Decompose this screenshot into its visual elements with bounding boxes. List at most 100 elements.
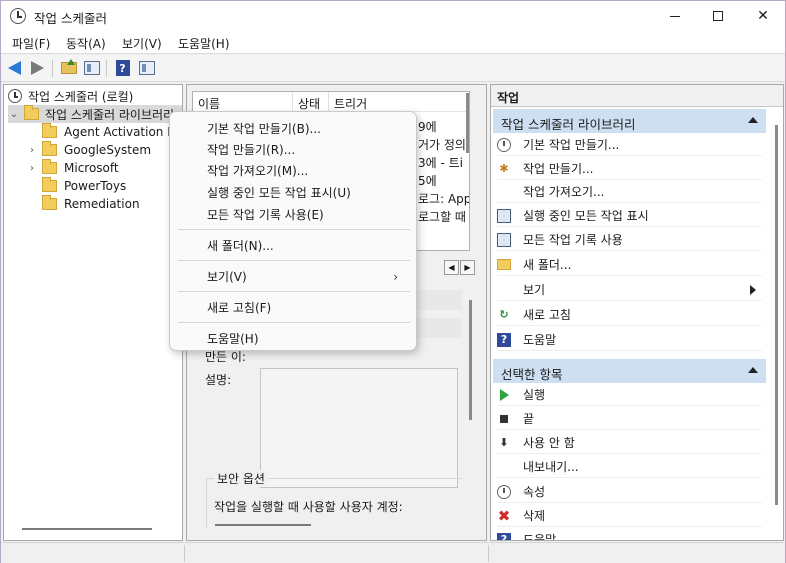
column-header-trigger[interactable]: 트리거 xyxy=(329,92,469,112)
tree-root[interactable]: 작업 스케줄러 (로컬) xyxy=(8,87,133,105)
action-pane-scrollbar[interactable] xyxy=(775,125,778,505)
trigger-cell: 9에 xyxy=(418,120,437,134)
show-hide-tree-button[interactable] xyxy=(82,59,101,77)
description-field[interactable] xyxy=(260,368,458,488)
folder-icon xyxy=(42,177,57,192)
console-tree[interactable]: 작업 스케줄러 (로컬) ⌄ 작업 스케줄러 라이브러리 Agent Activ… xyxy=(3,84,183,541)
section-header-label: 작업 스케줄러 라이브러리 xyxy=(501,117,636,132)
help-icon: ? xyxy=(115,60,130,76)
back-arrow-icon xyxy=(8,61,21,75)
tree-root-label: 작업 스케줄러 (로컬) xyxy=(28,89,134,104)
action-delete[interactable]: ✖ 삭제 xyxy=(497,505,762,527)
action-refresh[interactable]: ↻ 새로 고침 xyxy=(497,304,762,326)
menu-help[interactable]: 도움말(H) xyxy=(178,35,230,52)
action-run[interactable]: 실행 xyxy=(497,384,762,406)
ctx-new-folder[interactable]: 새 폴더(N)... xyxy=(174,233,412,255)
tree-item-microsoft[interactable]: › Microsoft xyxy=(26,159,119,177)
action-properties[interactable]: 속성 xyxy=(497,481,762,503)
create-task-icon: ✱ xyxy=(499,162,509,175)
collapse-section-icon[interactable] xyxy=(748,117,758,123)
collapse-icon[interactable]: ⌄ xyxy=(8,109,20,120)
trigger-cell: 거가 정의 xyxy=(418,138,466,152)
context-menu-separator xyxy=(178,291,410,292)
detail-scrollbar[interactable] xyxy=(469,300,472,420)
tree-item-powertoys[interactable]: PowerToys xyxy=(26,177,126,195)
clock-icon xyxy=(8,89,22,103)
action-enable-history[interactable]: 모든 작업 기록 사용 xyxy=(497,229,762,251)
forward-button[interactable] xyxy=(28,59,47,77)
collapse-section-icon[interactable] xyxy=(748,367,758,373)
action-pane-icon xyxy=(138,61,155,75)
toolbar-separator xyxy=(52,60,53,77)
action-create-basic-task[interactable]: 기본 작업 만들기... xyxy=(497,134,762,156)
window-title: 작업 스케줄러 xyxy=(34,11,107,26)
submenu-arrow-icon: › xyxy=(393,270,398,284)
tree-item-googlesystem[interactable]: › GoogleSystem xyxy=(26,141,151,159)
ctx-help[interactable]: 도움말(H) xyxy=(174,326,412,348)
library-folder-icon xyxy=(24,105,39,120)
toolbar: ? xyxy=(1,55,785,82)
tree-item-label: Remediation xyxy=(64,197,140,211)
ctx-refresh[interactable]: 새로 고침(F) xyxy=(174,295,412,317)
tree-item-remediation[interactable]: Remediation xyxy=(26,195,140,213)
context-menu-separator xyxy=(178,322,410,323)
clock-icon xyxy=(10,8,26,24)
action-help[interactable]: ? 도움말 xyxy=(497,329,762,351)
ctx-import-task[interactable]: 작업 가져오기(M)... xyxy=(174,158,412,180)
section-header-library[interactable]: 작업 스케줄러 라이브러리 xyxy=(493,109,766,133)
refresh-icon: ↻ xyxy=(499,308,509,321)
column-header-status[interactable]: 상태 xyxy=(293,92,329,112)
action-disable[interactable]: ⬇ 사용 안 함 xyxy=(497,432,762,454)
folder-up-icon xyxy=(60,59,77,74)
maximize-button[interactable] xyxy=(696,1,740,31)
action-new-folder[interactable]: 새 폴더... xyxy=(497,254,762,276)
trigger-cell: 5에 xyxy=(418,174,437,188)
action-import-task[interactable]: 작업 가져오기... xyxy=(497,181,762,203)
folder-icon xyxy=(42,195,57,210)
minimize-button[interactable] xyxy=(653,1,697,31)
section-header-selected[interactable]: 선택한 항목 xyxy=(493,359,766,383)
title-bar: 작업 스케줄러 ✕ xyxy=(1,1,785,31)
center-horizontal-scrollbar[interactable] xyxy=(215,524,311,526)
show-action-pane-button[interactable] xyxy=(137,59,156,77)
action-end[interactable]: 끝 xyxy=(497,408,762,430)
action-export[interactable]: 내보내기... xyxy=(497,456,762,478)
column-header-name[interactable]: 이름 xyxy=(193,92,293,112)
ctx-show-running-tasks[interactable]: 실행 중인 모든 작업 표시(U) xyxy=(174,180,412,202)
help-button[interactable]: ? xyxy=(113,59,132,77)
security-options-legend: 보안 옵션 xyxy=(214,470,268,487)
up-folder-button[interactable] xyxy=(59,59,78,77)
action-help-selected[interactable]: ? 도움말 xyxy=(497,529,762,540)
menu-file[interactable]: 파일(F) xyxy=(12,35,50,52)
folder-icon xyxy=(42,159,57,174)
basic-task-icon xyxy=(497,137,511,152)
task-list-scrollbar[interactable] xyxy=(466,93,469,153)
help-icon: ? xyxy=(497,532,511,540)
back-button[interactable] xyxy=(5,59,24,77)
tree-horizontal-scrollbar[interactable] xyxy=(22,528,152,530)
menu-view[interactable]: 보기(V) xyxy=(122,35,162,52)
expand-icon[interactable]: › xyxy=(26,163,38,174)
ctx-create-basic-task[interactable]: 기본 작업 만들기(B)... xyxy=(174,116,412,138)
close-button[interactable]: ✕ xyxy=(741,1,785,31)
history-icon xyxy=(497,232,511,247)
close-icon: ✕ xyxy=(757,8,769,24)
ctx-create-task[interactable]: 작업 만들기(R)... xyxy=(174,137,412,159)
expand-icon[interactable]: › xyxy=(26,145,38,156)
run-icon xyxy=(500,388,509,401)
action-show-running-tasks[interactable]: 실행 중인 모든 작업 표시 xyxy=(497,205,762,227)
delete-icon: ✖ xyxy=(497,506,511,525)
action-view[interactable]: 보기 xyxy=(497,279,762,301)
ctx-view[interactable]: 보기(V) › xyxy=(174,264,412,286)
tab-scroll-right-icon[interactable]: ▶ xyxy=(460,260,475,275)
end-icon xyxy=(500,414,508,423)
tree-item-agent-activation[interactable]: Agent Activation R xyxy=(26,123,176,141)
menu-action[interactable]: 동작(A) xyxy=(66,35,106,52)
tab-scroll-left-icon[interactable]: ◀ xyxy=(444,260,459,275)
ctx-enable-history[interactable]: 모든 작업 기록 사용(E) xyxy=(174,202,412,224)
task-scheduler-window: 작업 스케줄러 ✕ 파일(F) 동작(A) 보기(V) 도움말(H) ? 작업 … xyxy=(0,0,786,563)
new-folder-icon xyxy=(497,259,511,270)
tree-library[interactable]: ⌄ 작업 스케줄러 라이브러리 xyxy=(8,105,182,123)
status-bar xyxy=(1,542,785,563)
action-create-task[interactable]: ✱ 작업 만들기... xyxy=(497,158,762,180)
